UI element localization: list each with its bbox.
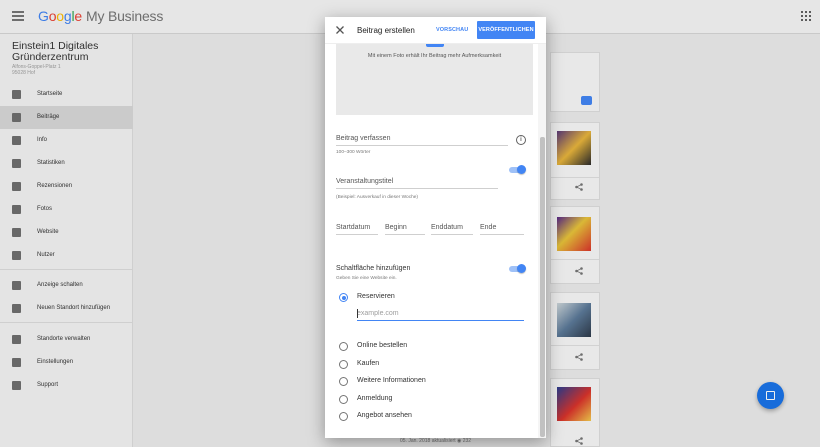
radio-label-kaufen[interactable]: Kaufen (357, 360, 379, 367)
radio-label-weitere-informationen[interactable]: Weitere Informationen (357, 377, 426, 384)
radio-online-bestellen[interactable] (339, 342, 348, 351)
radio-label-anmeldung[interactable]: Anmeldung (357, 395, 392, 402)
radio-label-online-bestellen[interactable]: Online bestellen (357, 342, 407, 349)
radio-weitere-informationen[interactable] (339, 377, 348, 386)
toggle-knob (517, 165, 526, 174)
event-title-field[interactable]: Veranstaltungstitel (336, 178, 393, 185)
preview-button[interactable]: VORSCHAU (436, 27, 468, 33)
event-toggle[interactable] (509, 165, 526, 174)
photo-upload-handle (426, 44, 444, 47)
radio-label-reservieren[interactable]: Reservieren (357, 293, 395, 300)
create-post-dialog: Mit einem Foto erhält Ihr Beitrag mehr A… (325, 17, 546, 438)
event-title-underline (336, 188, 498, 189)
dialog-title: Beitrag erstellen (357, 26, 415, 35)
close-icon[interactable] (334, 24, 346, 36)
radio-reservieren[interactable] (339, 293, 348, 302)
radio-anmeldung[interactable] (339, 395, 348, 404)
end-time-field[interactable]: Ende (480, 224, 496, 231)
add-button-toggle[interactable] (509, 264, 526, 273)
publish-button[interactable]: VERÖFFENTLICHEN (477, 21, 535, 39)
add-button-label: Schaltfläche hinzufügen (336, 265, 411, 272)
photo-upload-area[interactable]: Mit einem Foto erhält Ihr Beitrag mehr A… (336, 44, 533, 115)
start-time-field[interactable]: Beginn (385, 224, 407, 231)
dialog-header: Beitrag erstellen VORSCHAU VERÖFFENTLICH… (325, 17, 546, 44)
start-date-field[interactable]: Startdatum (336, 224, 370, 231)
event-title-helper: (Beispiel: Ausverkauf in dieser Woche) (336, 195, 419, 200)
start-date-underline (336, 234, 378, 235)
radio-angebot-ansehen[interactable] (339, 412, 348, 421)
end-time-underline (480, 234, 524, 235)
compose-field-label[interactable]: Beitrag verfassen (336, 135, 390, 142)
end-date-field[interactable]: Enddatum (431, 224, 463, 231)
compose-helper: 100–300 Wörter (336, 150, 371, 155)
info-icon[interactable]: i (516, 135, 526, 145)
toggle-knob (517, 264, 526, 273)
dialog-scrollbar-thumb[interactable] (540, 137, 545, 437)
text-caret (357, 309, 358, 318)
photo-hint: Mit einem Foto erhält Ihr Beitrag mehr A… (367, 53, 502, 59)
radio-label-angebot-ansehen[interactable]: Angebot ansehen (357, 412, 412, 419)
add-button-helper: Geben Sie eine Website ein. (336, 276, 397, 281)
radio-kaufen[interactable] (339, 360, 348, 369)
end-date-underline (431, 234, 473, 235)
url-input[interactable] (357, 307, 524, 321)
start-time-underline (385, 234, 425, 235)
compose-field-underline (336, 145, 508, 146)
